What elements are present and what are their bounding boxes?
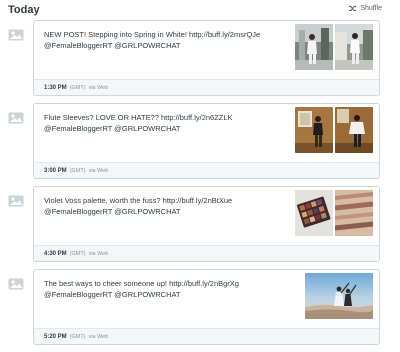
- post-card[interactable]: The best ways to cheer someone up! http:…: [33, 269, 380, 345]
- post-card[interactable]: Flute Sleeves? LOVE OR HATE?? http://buf…: [33, 103, 380, 179]
- day-title: Today: [8, 4, 40, 16]
- post-via: via Web: [88, 167, 109, 174]
- post-text: NEW POST! Stepping into Spring in White!…: [44, 30, 261, 50]
- post-media[interactable]: [305, 273, 373, 319]
- queue-post: NEW POST! Stepping into Spring in White!…: [8, 20, 380, 96]
- post-timezone: (GMT): [69, 333, 86, 340]
- post-image[interactable]: [295, 24, 333, 70]
- post-card[interactable]: Violet Voss palette, worth the fuss? htt…: [33, 186, 380, 262]
- post-media[interactable]: [295, 24, 373, 70]
- shuffle-icon: [349, 5, 357, 12]
- image-placeholder-icon: [8, 277, 24, 290]
- post-body: Violet Voss palette, worth the fuss? htt…: [34, 187, 379, 245]
- post-via: via Web: [88, 250, 109, 257]
- day-header: Today Shuffle: [8, 0, 392, 22]
- post-image[interactable]: [335, 190, 373, 236]
- post-timezone: (GMT): [69, 84, 86, 91]
- post-media[interactable]: [295, 107, 373, 153]
- post-image[interactable]: [295, 107, 333, 153]
- post-body: NEW POST! Stepping into Spring in White!…: [34, 21, 379, 79]
- post-text: The best ways to cheer someone up! http:…: [44, 279, 239, 299]
- post-body: Flute Sleeves? LOVE OR HATE?? http://buf…: [34, 104, 379, 162]
- post-body: The best ways to cheer someone up! http:…: [34, 270, 379, 328]
- post-footer: 1:30 PM (GMT) via Web: [34, 79, 379, 95]
- post-timezone: (GMT): [69, 250, 86, 257]
- post-footer: 4:30 PM (GMT) via Web: [34, 245, 379, 261]
- post-image[interactable]: [295, 190, 333, 236]
- post-image[interactable]: [335, 107, 373, 153]
- post-footer: 5:20 PM (GMT) via Web: [34, 328, 379, 344]
- post-text: Flute Sleeves? LOVE OR HATE?? http://buf…: [44, 113, 233, 133]
- post-time: 4:30 PM: [44, 250, 67, 257]
- image-placeholder-icon: [8, 194, 24, 207]
- queue-post: Flute Sleeves? LOVE OR HATE?? http://buf…: [8, 103, 380, 179]
- post-image[interactable]: [335, 24, 373, 70]
- post-via: via Web: [88, 333, 109, 340]
- post-footer: 3:00 PM (GMT) via Web: [34, 162, 379, 178]
- image-placeholder-icon: [8, 28, 24, 41]
- post-via: via Web: [88, 84, 109, 91]
- queue-post: The best ways to cheer someone up! http:…: [8, 269, 380, 345]
- queue-post: Violet Voss palette, worth the fuss? htt…: [8, 186, 380, 262]
- post-time: 5:20 PM: [44, 333, 67, 340]
- post-media[interactable]: [295, 190, 373, 236]
- shuffle-button[interactable]: Shuffle: [349, 5, 382, 12]
- post-timezone: (GMT): [69, 167, 86, 174]
- image-placeholder-icon: [8, 111, 24, 124]
- post-text: Violet Voss palette, worth the fuss? htt…: [44, 196, 233, 216]
- queue-page: Today Shuffle NEW POST! Stepping into Sp…: [0, 0, 400, 352]
- post-image[interactable]: [305, 273, 373, 319]
- post-time: 1:30 PM: [44, 84, 67, 91]
- post-card[interactable]: NEW POST! Stepping into Spring in White!…: [33, 20, 380, 96]
- shuffle-label: Shuffle: [360, 5, 382, 12]
- post-time: 3:00 PM: [44, 167, 67, 174]
